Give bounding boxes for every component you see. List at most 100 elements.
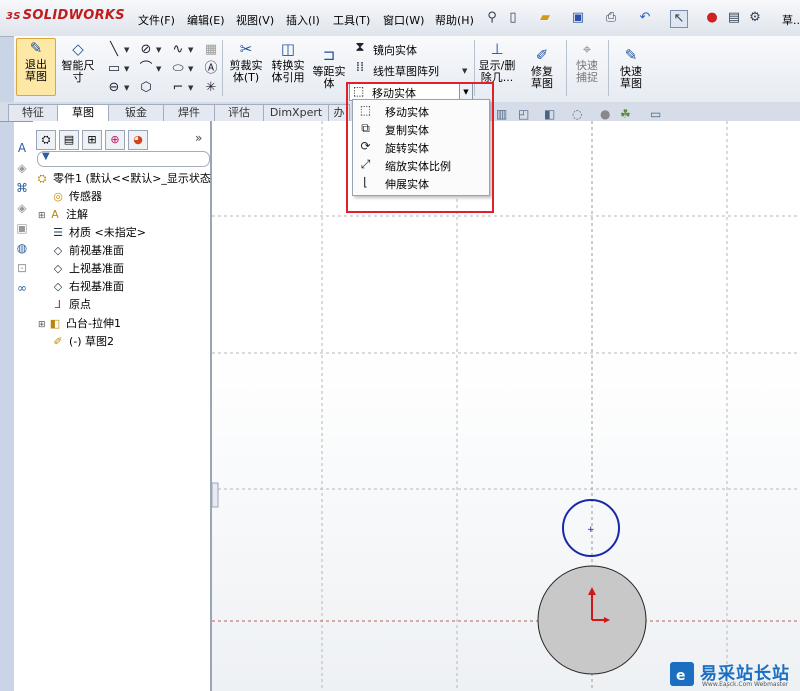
- file-properties-icon[interactable]: ▤: [726, 10, 742, 26]
- trim-entities-button[interactable]: ✂ 剪裁实体(T): [226, 40, 266, 96]
- expand-icon[interactable]: ⊞: [38, 317, 47, 334]
- tree-item-sketch2[interactable]: ✐ (-) 草图2: [51, 333, 114, 350]
- circle-icon[interactable]: ⊘: [138, 42, 154, 58]
- menu-window[interactable]: 窗口(W): [383, 12, 424, 28]
- smart-dimension-button[interactable]: ◇ 智能尺寸: [58, 40, 98, 96]
- expand-icon[interactable]: ⊞: [38, 208, 47, 225]
- options-icon[interactable]: ⚙: [747, 10, 763, 26]
- pattern-dropdown-arrow[interactable]: ▼: [462, 67, 467, 75]
- sketch-canvas[interactable]: +: [212, 121, 800, 691]
- task-pane-icon[interactable]: ◈: [14, 200, 30, 216]
- select-arrow-icon[interactable]: ↖: [670, 10, 688, 28]
- property-manager-tab-icon[interactable]: ▤: [59, 130, 79, 150]
- fillet-dropdown-arrow[interactable]: ▼: [188, 84, 193, 92]
- menu-view[interactable]: 视图(V): [236, 12, 274, 28]
- task-pane-icon[interactable]: ◍: [14, 240, 30, 256]
- feature-tree-tab-icon[interactable]: ⛭: [36, 130, 56, 150]
- exit-sketch-button[interactable]: ✎ 退出草图: [16, 38, 56, 96]
- pin-icon[interactable]: ⚲: [484, 10, 500, 26]
- dimxpert-tab-icon[interactable]: ⊕: [105, 130, 125, 150]
- linear-pattern-icon[interactable]: ⁞⁞: [352, 60, 368, 76]
- menu-file[interactable]: 文件(F): [138, 12, 175, 28]
- view-orientation-icon[interactable]: ◰: [518, 107, 529, 121]
- new-document-icon[interactable]: ▯: [505, 10, 521, 26]
- menu-overflow-text[interactable]: 草...: [782, 12, 800, 28]
- tree-root-part[interactable]: ⛭ 零件1 (默认<<默认>_显示状态: [35, 170, 211, 187]
- offset-entities-button[interactable]: ⊐ 等距实体: [310, 46, 348, 96]
- print-icon[interactable]: ⎙: [603, 10, 619, 26]
- scene-icon[interactable]: ☘: [620, 107, 631, 121]
- tab-sketch[interactable]: 草图: [57, 104, 109, 121]
- mirror-entities-label[interactable]: 镜向实体: [373, 42, 417, 58]
- arc-icon[interactable]: ⌒: [138, 61, 154, 77]
- filter-icon: ▼: [42, 151, 50, 162]
- tree-item-origin[interactable]: ⅃ 原点: [51, 296, 91, 313]
- panel-collapse-icon[interactable]: »: [195, 131, 202, 145]
- tree-item-sensors[interactable]: ◎ 传感器: [51, 188, 102, 205]
- tree-item-boss-extrude[interactable]: ⊞ ◧ 凸台-拉伸1: [38, 315, 121, 332]
- tree-item-front-plane[interactable]: ◇ 前视基准面: [51, 242, 124, 259]
- point-icon[interactable]: ✳: [203, 80, 219, 96]
- circle-dropdown-arrow[interactable]: ▼: [156, 46, 161, 54]
- tab-features[interactable]: 特征: [8, 104, 58, 121]
- spline-icon[interactable]: ∿: [170, 42, 186, 58]
- text-icon[interactable]: Ⓐ: [203, 61, 219, 77]
- menu-insert[interactable]: 插入(I): [286, 12, 320, 28]
- ellipse-dropdown-arrow[interactable]: ▼: [188, 65, 193, 73]
- mirror-icon[interactable]: ⧗: [352, 40, 368, 56]
- tree-item-top-plane[interactable]: ◇ 上视基准面: [51, 260, 124, 277]
- section-view-icon[interactable]: ▥: [496, 107, 507, 121]
- display-style-icon[interactable]: ◧: [544, 107, 555, 121]
- tree-item-right-plane[interactable]: ◇ 右视基准面: [51, 278, 124, 295]
- line-icon[interactable]: ╲: [106, 42, 122, 58]
- line-dropdown-arrow[interactable]: ▼: [124, 46, 129, 54]
- menu-edit[interactable]: 编辑(E): [187, 12, 225, 28]
- linear-pattern-label[interactable]: 线性草图阵列: [373, 63, 439, 79]
- panel-splitter-handle[interactable]: [212, 482, 219, 508]
- sketch-picture-icon[interactable]: ▦: [203, 42, 219, 58]
- repair-sketch-icon: ✐: [535, 46, 549, 64]
- menu-help[interactable]: 帮助(H): [435, 12, 474, 28]
- tab-sheet-metal[interactable]: 钣金: [108, 104, 164, 121]
- display-manager-tab-icon[interactable]: ◕: [128, 130, 148, 150]
- arc-dropdown-arrow[interactable]: ▼: [156, 65, 161, 73]
- tree-filter-input[interactable]: ▼: [37, 151, 210, 167]
- tab-dimxpert[interactable]: DimXpert: [263, 104, 329, 121]
- rectangle-icon[interactable]: ▭: [106, 61, 122, 77]
- task-pane-icon[interactable]: A: [14, 140, 30, 156]
- quick-snaps-button[interactable]: ⌖ 快速捕捉: [568, 40, 606, 96]
- tree-item-material[interactable]: ☰ 材质 <未指定>: [51, 224, 146, 241]
- tab-evaluate[interactable]: 评估: [214, 104, 264, 121]
- open-folder-icon[interactable]: ▰: [537, 10, 553, 26]
- smart-dimension-label: 智能尺寸: [61, 59, 95, 84]
- appearance-icon[interactable]: ●: [600, 107, 610, 121]
- ellipse-icon[interactable]: ⬭: [170, 61, 186, 77]
- menu-tools[interactable]: 工具(T): [333, 12, 370, 28]
- convert-entities-button[interactable]: ◫ 转换实体引用: [268, 40, 308, 96]
- repair-sketch-button[interactable]: ✐ 修复草图: [520, 46, 564, 96]
- spline-dropdown-arrow[interactable]: ▼: [188, 46, 193, 54]
- view-settings-icon[interactable]: ▭: [650, 107, 661, 121]
- fillet-icon[interactable]: ⌐: [170, 80, 186, 96]
- tab-weldments[interactable]: 焊件: [163, 104, 215, 121]
- hide-show-icon[interactable]: ◌: [572, 107, 582, 121]
- undo-icon[interactable]: ↶: [637, 10, 653, 26]
- slot-icon[interactable]: ⊖: [106, 80, 122, 96]
- graphics-area[interactable]: +: [212, 121, 800, 691]
- polygon-icon[interactable]: ⬡: [138, 80, 154, 96]
- rapid-sketch-button[interactable]: ✎ 快速草图: [610, 46, 652, 96]
- relations-icon[interactable]: ∞: [14, 280, 30, 296]
- task-pane-icon[interactable]: ⊡: [14, 260, 30, 276]
- tree-item-annotations[interactable]: ⊞ A 注解: [38, 206, 88, 223]
- heads-up-view-toolbar: ▥ ◰ ◧ ◌ ● ☘ ▭: [496, 107, 696, 123]
- task-pane-icon[interactable]: ◈: [14, 160, 30, 176]
- save-icon[interactable]: ▣: [570, 10, 586, 26]
- rebuild-traffic-light-icon[interactable]: ●: [704, 10, 720, 26]
- rapid-sketch-icon: ✎: [624, 46, 638, 64]
- task-pane-icon[interactable]: ▣: [14, 220, 30, 236]
- configuration-tab-icon[interactable]: ⊞: [82, 130, 102, 150]
- rectangle-dropdown-arrow[interactable]: ▼: [124, 65, 129, 73]
- task-pane-icon[interactable]: ⌘: [14, 180, 30, 196]
- material-icon: ☰: [53, 226, 63, 239]
- slot-dropdown-arrow[interactable]: ▼: [124, 84, 129, 92]
